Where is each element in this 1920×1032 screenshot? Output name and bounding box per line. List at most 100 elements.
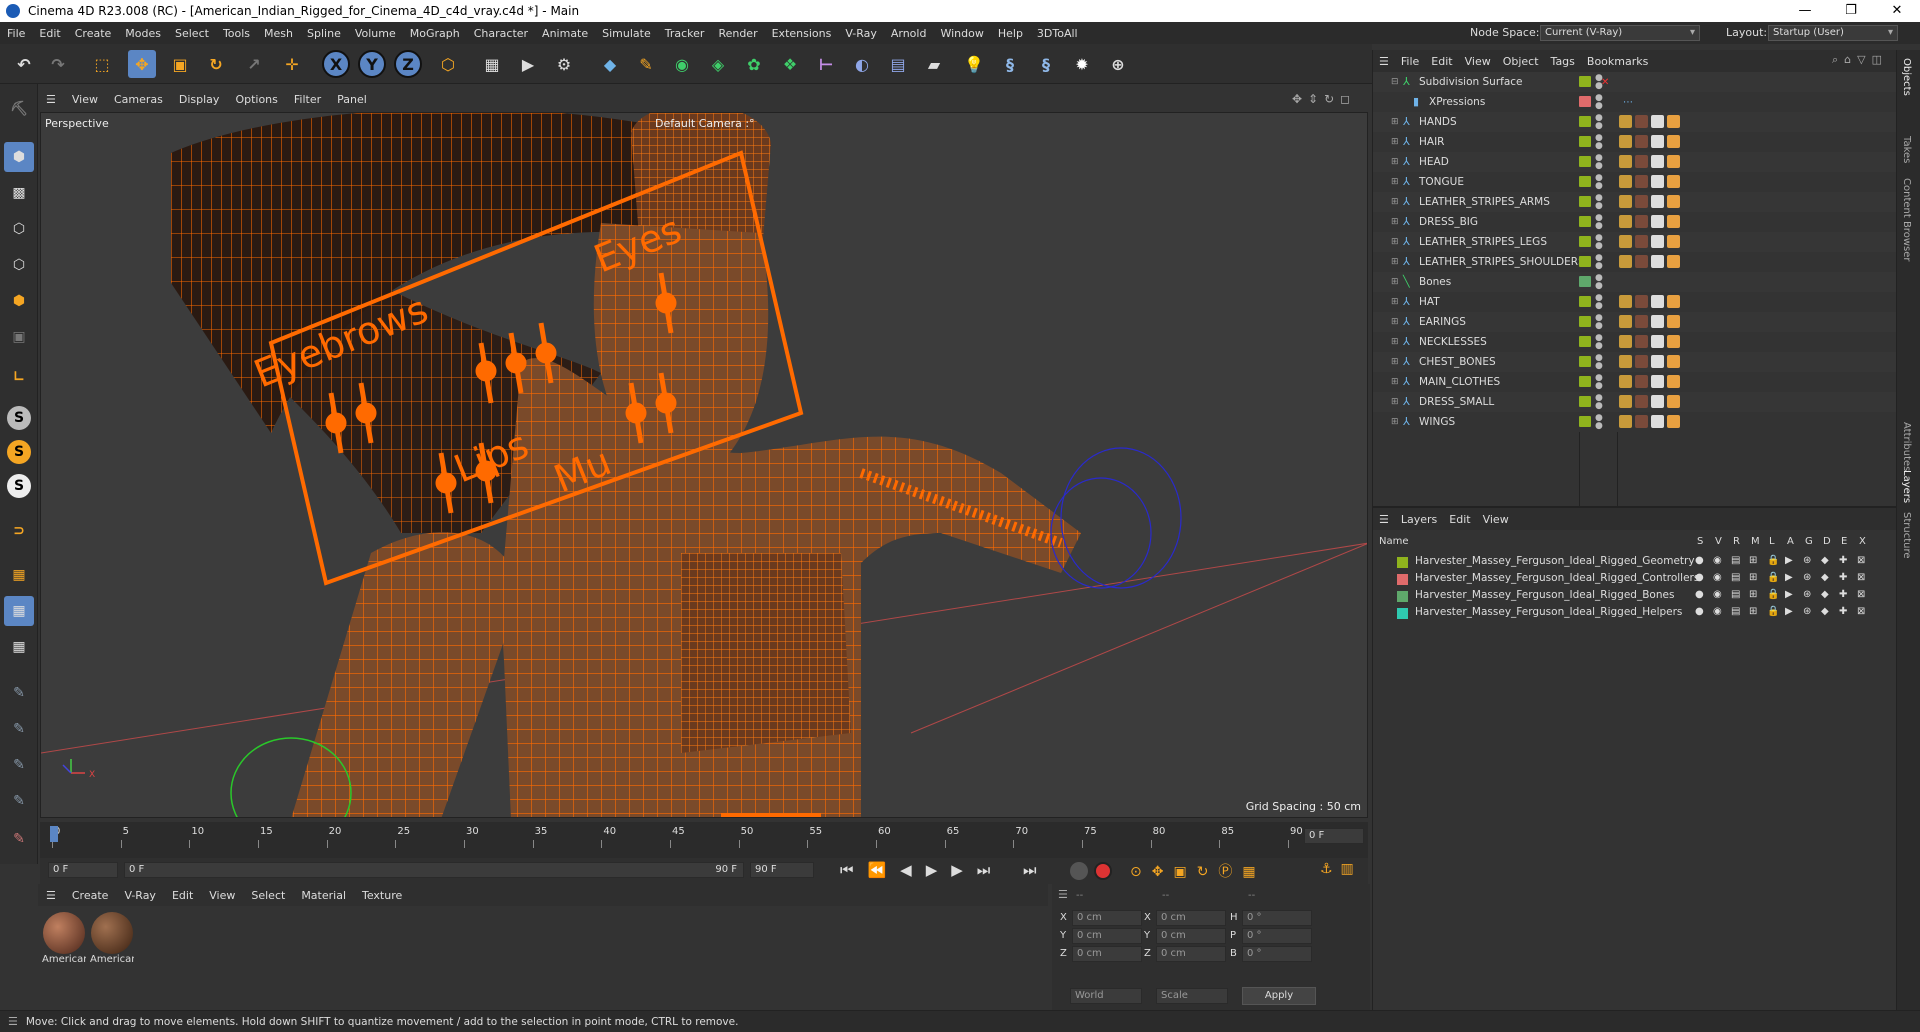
rotate-tool-icon[interactable]: ↻ xyxy=(202,50,230,78)
material-menu-material[interactable]: Material xyxy=(293,889,354,902)
visibility-dots[interactable]: ● ● xyxy=(1595,394,1603,411)
object-row[interactable]: ⊞ ⅄ HEAD ● ● xyxy=(1373,152,1897,172)
visibility-dots[interactable]: ● ● xyxy=(1595,174,1603,191)
side-tab-takes[interactable]: Takes xyxy=(1901,136,1912,163)
object-tags[interactable] xyxy=(1619,155,1680,168)
uvw-tag-icon[interactable] xyxy=(1651,255,1664,268)
layer-flag-icon[interactable]: ● xyxy=(1695,606,1704,617)
expand-icon[interactable]: ⊞ xyxy=(1391,237,1401,247)
object-tags[interactable] xyxy=(1619,335,1680,348)
viewport-menu-view[interactable]: View xyxy=(64,93,106,106)
menu-spline[interactable]: Spline xyxy=(300,27,348,40)
coord-value-field[interactable]: 0 cm xyxy=(1156,946,1226,962)
menu-animate[interactable]: Animate xyxy=(535,27,595,40)
material-tag-icon[interactable] xyxy=(1635,315,1648,328)
layer-flag-icon[interactable]: ◉ xyxy=(1713,606,1722,617)
object-row[interactable]: ⊟ ⅄ Subdivision Surface ● ● ✕ xyxy=(1373,72,1897,92)
render-settings-icon[interactable]: ⚙ xyxy=(550,50,578,78)
layer-color-swatch[interactable] xyxy=(1579,276,1591,287)
material-tag-icon[interactable] xyxy=(1635,295,1648,308)
layer-column-d[interactable]: D xyxy=(1823,536,1831,547)
layer-color-swatch[interactable] xyxy=(1579,336,1591,347)
layer-row[interactable]: Harvester_Massey_Ferguson_Ideal_Rigged_G… xyxy=(1373,554,1897,571)
object-row[interactable]: ⊞ ⅄ HAIR ● ● xyxy=(1373,132,1897,152)
expand-icon[interactable]: ⊞ xyxy=(1391,217,1401,227)
layer-flag-icon[interactable]: ◉ xyxy=(1713,572,1722,583)
uvw-tag-icon[interactable] xyxy=(1651,335,1664,348)
axis-mode-icon[interactable]: ∟ xyxy=(4,362,34,392)
uvw-tag-icon[interactable] xyxy=(1651,155,1664,168)
material-tag-icon[interactable] xyxy=(1635,195,1648,208)
menu-file[interactable]: File xyxy=(0,27,32,40)
move-tool-icon[interactable]: ✥ xyxy=(128,50,156,78)
selection-tag-icon[interactable] xyxy=(1667,395,1680,408)
material-tag-icon[interactable] xyxy=(1635,115,1648,128)
menu-volume[interactable]: Volume xyxy=(348,27,403,40)
coord-value-field[interactable]: 0 cm xyxy=(1156,910,1226,926)
uvw-tag-icon[interactable] xyxy=(1651,375,1664,388)
uvw-tag-icon[interactable] xyxy=(1651,395,1664,408)
layer-flag-icon[interactable]: ◉ xyxy=(1713,589,1722,600)
layer-flag-icon[interactable]: ▤ xyxy=(1731,572,1740,583)
selection-tag-icon[interactable] xyxy=(1667,235,1680,248)
object-search-icons[interactable]: ⌕⌂▽◫ xyxy=(1832,53,1888,67)
texture-mode-icon[interactable]: ▩ xyxy=(4,178,34,208)
layer-column-v[interactable]: V xyxy=(1715,536,1722,547)
deformer-icon[interactable]: ⊢ xyxy=(812,50,840,78)
selection-tag-icon[interactable] xyxy=(1667,315,1680,328)
menu-tools[interactable]: Tools xyxy=(216,27,257,40)
expand-icon[interactable]: ⊞ xyxy=(1391,417,1401,427)
smooth-icon[interactable]: ✎ xyxy=(4,786,34,816)
menu-v-ray[interactable]: V-Ray xyxy=(838,27,884,40)
selection-tag-icon[interactable] xyxy=(1667,115,1680,128)
visibility-dots[interactable]: ● ● xyxy=(1595,214,1603,231)
menu-edit[interactable]: Edit xyxy=(32,27,67,40)
expand-icon[interactable]: ⊞ xyxy=(1391,197,1401,207)
coordinate-system-icon[interactable]: ⬡ xyxy=(434,50,462,78)
coord-menu-icon[interactable]: ☰ xyxy=(1058,888,1068,901)
object-row[interactable]: ⊞ ⅄ EARINGS ● ● xyxy=(1373,312,1897,332)
coord-value-field[interactable]: 0 ° xyxy=(1242,910,1312,926)
viewport-menu-icon[interactable]: ☰ xyxy=(38,93,64,106)
visibility-dots[interactable]: ● ● xyxy=(1595,274,1603,291)
menu-tracker[interactable]: Tracker xyxy=(658,27,712,40)
maximize-button[interactable]: ❐ xyxy=(1828,0,1874,22)
snap-settings-icon[interactable]: S xyxy=(7,440,31,464)
object-menu-icon[interactable]: ☰ xyxy=(1373,55,1395,68)
menu-render[interactable]: Render xyxy=(711,27,764,40)
uvw-tag-icon[interactable] xyxy=(1651,415,1664,428)
object-menu-edit[interactable]: Edit xyxy=(1425,55,1458,68)
uv-mode-icon[interactable]: ▣ xyxy=(4,322,34,352)
layer-column-m[interactable]: M xyxy=(1751,536,1760,547)
deactivate-icon[interactable]: ✕ xyxy=(1601,77,1609,88)
visibility-dots[interactable]: ● ● xyxy=(1595,234,1603,251)
recent-tool-icon[interactable]: ↗ xyxy=(240,50,268,78)
object-tags[interactable] xyxy=(1619,175,1680,188)
timeline-playhead[interactable] xyxy=(50,826,58,842)
layer-flag-icon[interactable]: ⊛ xyxy=(1803,572,1811,583)
object-tags[interactable] xyxy=(1619,135,1680,148)
xpresso-tag-icon[interactable]: ⋯ xyxy=(1623,97,1633,108)
menu-help[interactable]: Help xyxy=(991,27,1030,40)
layer-color-swatch[interactable] xyxy=(1579,196,1591,207)
layer-flag-icon[interactable]: ✚ xyxy=(1839,555,1847,566)
visibility-dots[interactable]: ● ● xyxy=(1595,354,1603,371)
viewport-menu-display[interactable]: Display xyxy=(171,93,228,106)
menu-create[interactable]: Create xyxy=(68,27,119,40)
array-icon[interactable]: ✿ xyxy=(740,50,768,78)
expand-icon[interactable]: ⊞ xyxy=(1391,117,1401,127)
layer-color-swatch[interactable] xyxy=(1579,216,1591,227)
weight-tag-icon[interactable] xyxy=(1619,375,1632,388)
selection-tag-icon[interactable] xyxy=(1667,375,1680,388)
object-menu-bookmarks[interactable]: Bookmarks xyxy=(1581,55,1654,68)
visibility-dots[interactable]: ● ● xyxy=(1595,94,1603,111)
menu-simulate[interactable]: Simulate xyxy=(595,27,658,40)
weight-tag-icon[interactable] xyxy=(1619,155,1632,168)
layer-flag-icon[interactable]: ⊞ xyxy=(1749,606,1757,617)
timeline[interactable]: 051015202530354045505560657075808590 0 F xyxy=(40,822,1368,858)
layer-color-swatch[interactable] xyxy=(1579,156,1591,167)
material-tag-icon[interactable] xyxy=(1635,235,1648,248)
current-frame-field[interactable]: 0 F xyxy=(1304,828,1364,844)
field-icon[interactable]: ◐ xyxy=(848,50,876,78)
apply-button[interactable]: Apply xyxy=(1242,987,1316,1005)
